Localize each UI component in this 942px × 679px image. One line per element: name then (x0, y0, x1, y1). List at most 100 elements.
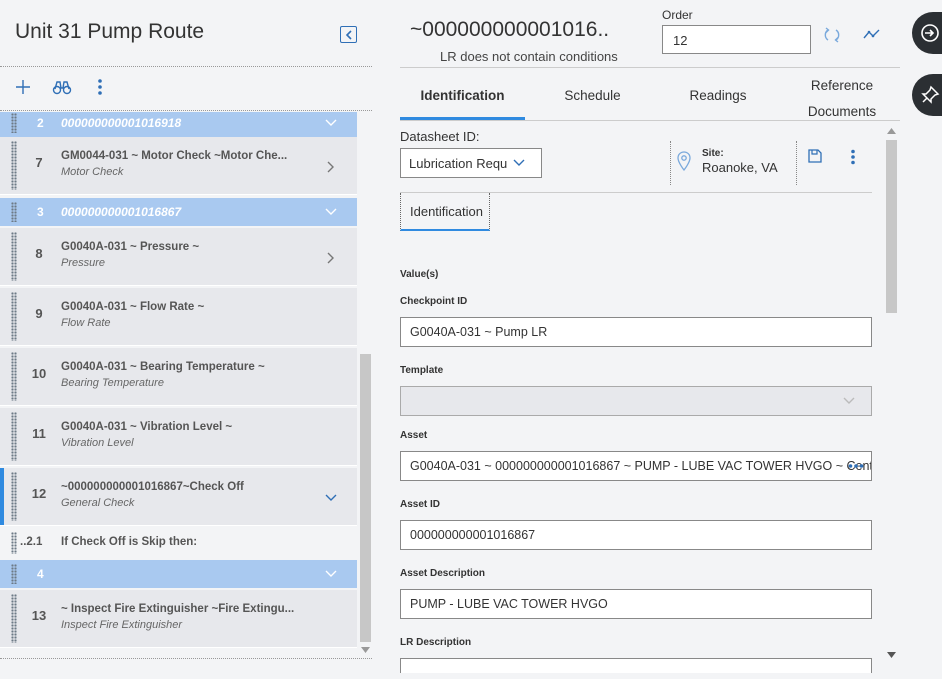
item-number: 9 (35, 306, 43, 321)
route-title: Unit 31 Pump Route (15, 20, 205, 43)
add-icon[interactable] (13, 78, 33, 98)
list-item[interactable]: 13 ~ Inspect Fire Extinguisher ~Fire Ext… (0, 590, 357, 648)
collapse-panel-button[interactable] (340, 26, 357, 43)
list-item[interactable]: 10 G0040A-031 ~ Bearing Temperature ~ Be… (0, 348, 357, 406)
item-number: 7 (35, 155, 43, 170)
item-title: GM0044-031 ~ Motor Check ~Motor Che... (61, 150, 288, 162)
item-subtitle: Pressure (61, 257, 106, 269)
chevron-down-icon[interactable] (513, 157, 525, 169)
list-scrollbar-thumb[interactable] (360, 354, 371, 642)
chevron-down-icon[interactable] (324, 116, 338, 130)
drag-handle-icon[interactable] (11, 202, 17, 222)
datasheet-label: Datasheet ID: (400, 129, 480, 144)
lr-description-label: LR Description (400, 637, 472, 648)
drag-handle-icon[interactable] (11, 352, 17, 401)
drag-handle-icon[interactable] (11, 232, 17, 281)
group-row[interactable]: 4 (0, 560, 357, 588)
chevron-down-icon[interactable] (324, 205, 338, 219)
template-select[interactable] (400, 386, 872, 416)
item-title: G0040A-031 ~ Flow Rate ~ (61, 301, 205, 313)
divider (0, 66, 372, 67)
site-label: Site: (702, 148, 724, 159)
location-pin-icon (677, 151, 691, 171)
template-label: Template (400, 365, 444, 376)
list-item[interactable]: 11 G0040A-031 ~ Vibration Level ~ Vibrat… (0, 408, 357, 466)
tab-readings[interactable]: Readings (678, 88, 758, 103)
scroll-down-icon[interactable] (361, 647, 370, 653)
drag-handle-icon[interactable] (11, 292, 17, 341)
group-number: 4 (37, 567, 44, 581)
item-title: ~ Inspect Fire Extinguisher ~Fire Exting… (61, 603, 295, 615)
divider (796, 141, 797, 185)
tab-identification[interactable]: Identification (400, 88, 525, 103)
list-item[interactable]: 9 G0040A-031 ~ Flow Rate ~ Flow Rate (0, 288, 357, 346)
more-horizontal-icon[interactable] (848, 463, 864, 469)
drag-handle-icon[interactable] (11, 412, 17, 461)
lr-description-field[interactable] (400, 658, 872, 673)
item-subtitle: Bearing Temperature (61, 377, 164, 389)
drag-handle-icon[interactable] (11, 594, 17, 643)
group-name: 000000000001016918 (61, 116, 182, 130)
binoculars-icon[interactable] (52, 78, 72, 98)
item-number: 12 (31, 486, 47, 501)
section-tab-identification[interactable]: Identification (400, 193, 490, 231)
drag-handle-icon[interactable] (11, 532, 17, 554)
asset-id-label: Asset ID (400, 499, 441, 510)
checkpoint-id-field[interactable]: G0040A-031 ~ Pump LR (400, 317, 872, 347)
values-label: Value(s) (400, 269, 439, 280)
asset-value: G0040A-031 ~ 000000000001016867 ~ PUMP -… (410, 459, 872, 473)
drag-handle-icon[interactable] (11, 141, 17, 190)
side-login-button[interactable] (912, 12, 942, 54)
order-input[interactable]: 12 (662, 25, 811, 54)
tab-divider (400, 120, 900, 121)
item-title: G0040A-031 ~ Vibration Level ~ (61, 421, 233, 433)
tab-schedule[interactable]: Schedule (545, 88, 640, 103)
scroll-down-icon[interactable] (887, 652, 896, 658)
list-item[interactable]: 7 GM0044-031 ~ Motor Check ~Motor Che...… (0, 137, 357, 195)
pin-icon (921, 85, 940, 104)
chevron-right-icon[interactable] (324, 251, 338, 265)
group-row[interactable]: 3 000000000001016867 (0, 198, 357, 226)
item-title: G0040A-031 ~ Pressure ~ (61, 241, 200, 253)
asset-description-field[interactable]: PUMP - LUBE VAC TOWER HVGO (400, 589, 872, 619)
route-panel: Unit 31 Pump Route 2 000000000001016918 … (0, 0, 372, 679)
condition-number: ..2.1 (20, 536, 43, 548)
asset-label: Asset (400, 430, 428, 441)
more-vertical-icon[interactable] (90, 78, 110, 98)
group-number: 3 (37, 205, 44, 219)
group-row[interactable]: 2 000000000001016918 (0, 112, 357, 137)
site-value: Roanoke, VA (702, 160, 778, 175)
asset-description-label: Asset Description (400, 568, 486, 579)
chevron-down-icon[interactable] (324, 567, 338, 581)
record-subtitle: LR does not contain conditions (440, 49, 618, 64)
divider (0, 110, 372, 111)
save-icon[interactable] (807, 148, 823, 164)
chevron-down-icon[interactable] (324, 491, 338, 505)
condition-title: If Check Off is Skip then: (61, 536, 198, 548)
item-subtitle: Inspect Fire Extinguisher (61, 619, 183, 631)
asset-id-field[interactable]: 000000000001016867 (400, 520, 872, 550)
scroll-up-icon[interactable] (887, 128, 896, 134)
enter-icon (921, 24, 939, 42)
list-item[interactable]: 8 G0040A-031 ~ Pressure ~ Pressure (0, 228, 357, 286)
condition-row[interactable]: ..2.1 If Check Off is Skip then: (0, 528, 357, 558)
drag-handle-icon[interactable] (11, 564, 17, 584)
order-label: Order (662, 8, 693, 22)
item-number: 11 (32, 426, 46, 441)
drag-handle-icon[interactable] (11, 113, 17, 133)
side-pin-button[interactable] (912, 74, 942, 116)
tab-reference-documents[interactable]: Reference Documents (800, 73, 884, 125)
chevron-right-icon[interactable] (324, 160, 338, 174)
trend-icon[interactable] (862, 25, 882, 45)
asset-field[interactable]: G0040A-031 ~ 000000000001016867 ~ PUMP -… (400, 451, 872, 481)
item-number: 10 (31, 366, 47, 381)
list-item-active[interactable]: 12 ~000000000001016867~Check Off General… (0, 468, 357, 526)
drag-handle-icon[interactable] (11, 472, 17, 521)
item-subtitle: Vibration Level (61, 437, 134, 449)
refresh-icon[interactable] (822, 25, 842, 45)
header-divider (400, 67, 900, 68)
group-name: 000000000001016867 (61, 205, 182, 219)
more-vertical-icon[interactable] (850, 149, 856, 165)
item-subtitle: Motor Check (61, 166, 124, 178)
form-scrollbar-thumb[interactable] (886, 140, 897, 313)
